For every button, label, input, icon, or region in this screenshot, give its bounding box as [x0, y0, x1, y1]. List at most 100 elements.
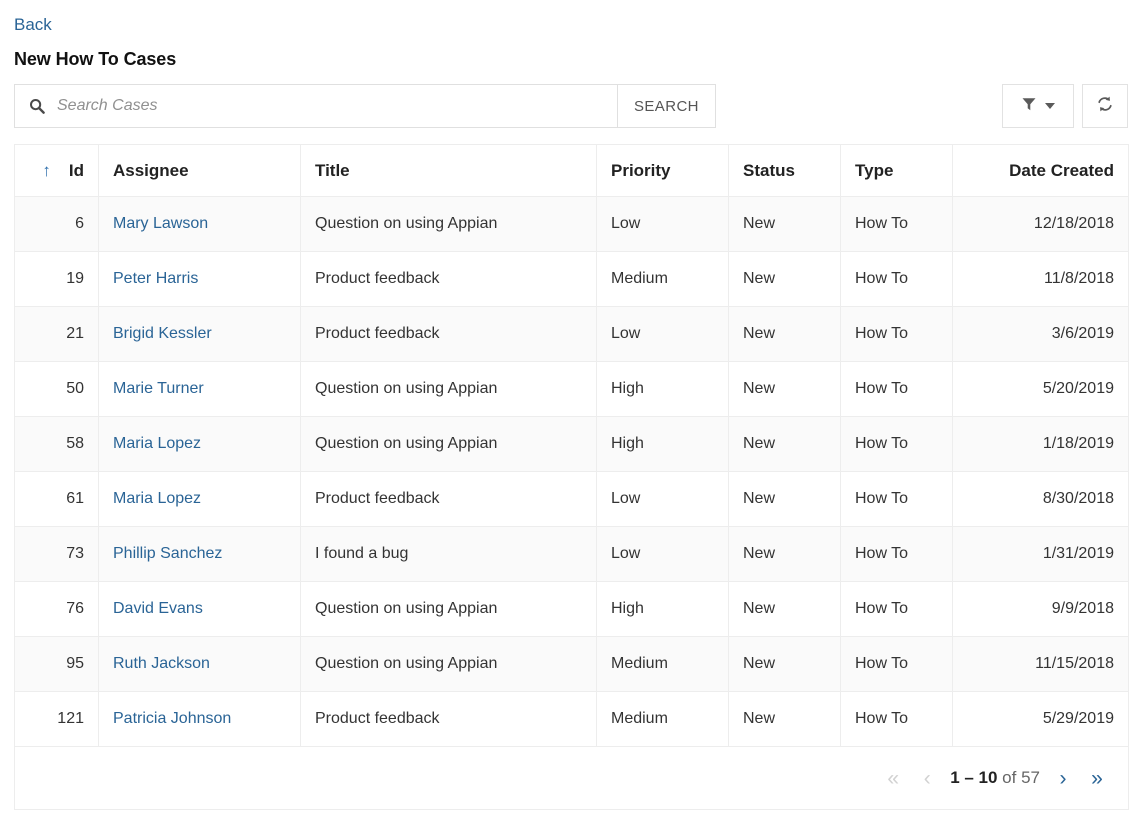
- cell-priority: High: [596, 581, 729, 637]
- assignee-link[interactable]: Peter Harris: [113, 270, 198, 287]
- pagination-label: 1 – 10 of 57: [950, 768, 1040, 788]
- assignee-link[interactable]: Patricia Johnson: [113, 710, 231, 727]
- table-header: ↑ Id Assignee Title Priority Status Type…: [14, 144, 1129, 197]
- pagination-row: « ‹ 1 – 10 of 57 › »: [14, 746, 1129, 810]
- search-button[interactable]: SEARCH: [618, 84, 716, 128]
- cell-status: New: [728, 251, 841, 307]
- toolbar-actions: [1002, 84, 1128, 128]
- sort-ascending-icon: ↑: [42, 161, 51, 180]
- assignee-link[interactable]: Brigid Kessler: [113, 325, 212, 342]
- assignee-link[interactable]: Marie Turner: [113, 380, 204, 397]
- cell-title: Product feedback: [300, 691, 597, 747]
- cell-id: 58: [14, 416, 99, 472]
- cell-status: New: [728, 196, 841, 252]
- cell-type: How To: [840, 471, 953, 527]
- filter-button[interactable]: [1002, 84, 1074, 128]
- table-row: 6 Mary Lawson Question on using Appian Low N…: [14, 196, 1129, 252]
- column-header-id-label: Id: [68, 160, 84, 180]
- cell-assignee: Phillip Sanchez: [98, 526, 301, 582]
- cell-assignee: Ruth Jackson: [98, 636, 301, 692]
- cell-id: 50: [14, 361, 99, 417]
- cell-priority: High: [596, 416, 729, 472]
- column-header-id[interactable]: ↑ Id: [14, 144, 99, 197]
- cases-table: ↑ Id Assignee Title Priority Status Type…: [14, 144, 1129, 810]
- cell-id: 121: [14, 691, 99, 747]
- pagination-first-button[interactable]: «: [876, 761, 910, 795]
- search-input[interactable]: [57, 97, 607, 115]
- refresh-button[interactable]: [1082, 84, 1128, 128]
- column-header-date-created[interactable]: Date Created: [952, 144, 1129, 197]
- cell-title: Product feedback: [300, 471, 597, 527]
- cell-assignee: Maria Lopez: [98, 416, 301, 472]
- cell-status: New: [728, 526, 841, 582]
- cell-id: 76: [14, 581, 99, 637]
- pagination-last-button[interactable]: »: [1080, 761, 1114, 795]
- cell-priority: High: [596, 361, 729, 417]
- cell-status: New: [728, 691, 841, 747]
- chevron-down-icon: [1045, 103, 1055, 109]
- cell-title: Product feedback: [300, 306, 597, 362]
- assignee-link[interactable]: Phillip Sanchez: [113, 545, 222, 562]
- cell-date-created: 11/8/2018: [952, 251, 1129, 307]
- cell-assignee: Patricia Johnson: [98, 691, 301, 747]
- assignee-link[interactable]: Mary Lawson: [113, 215, 208, 232]
- assignee-link[interactable]: David Evans: [113, 600, 203, 617]
- cell-type: How To: [840, 306, 953, 362]
- cell-date-created: 3/6/2019: [952, 306, 1129, 362]
- cell-id: 95: [14, 636, 99, 692]
- table-row: 121 Patricia Johnson Product feedback Mediu…: [14, 691, 1129, 747]
- cell-priority: Medium: [596, 636, 729, 692]
- column-header-title[interactable]: Title: [300, 144, 597, 197]
- cell-id: 6: [14, 196, 99, 252]
- column-header-type[interactable]: Type: [840, 144, 953, 197]
- cell-assignee: Mary Lawson: [98, 196, 301, 252]
- back-link[interactable]: Back: [14, 14, 52, 36]
- cell-type: How To: [840, 581, 953, 637]
- table-row: 21 Brigid Kessler Product feedback Low New Ho…: [14, 306, 1129, 362]
- search-box[interactable]: [14, 84, 618, 128]
- table-row: 76 David Evans Question on using Appian Hig…: [14, 581, 1129, 637]
- cell-date-created: 1/18/2019: [952, 416, 1129, 472]
- table-row: 61 Maria Lopez Product feedback Low New How T…: [14, 471, 1129, 527]
- cell-title: Question on using Appian: [300, 196, 597, 252]
- cell-id: 73: [14, 526, 99, 582]
- cell-title: I found a bug: [300, 526, 597, 582]
- cell-date-created: 5/29/2019: [952, 691, 1129, 747]
- search-icon: [29, 98, 45, 114]
- cell-id: 61: [14, 471, 99, 527]
- refresh-icon: [1096, 95, 1114, 118]
- page-title: New How To Cases: [14, 49, 177, 69]
- cell-date-created: 9/9/2018: [952, 581, 1129, 637]
- cell-type: How To: [840, 251, 953, 307]
- assignee-link[interactable]: Ruth Jackson: [113, 655, 210, 672]
- cell-priority: Low: [596, 526, 729, 582]
- cell-priority: Low: [596, 306, 729, 362]
- assignee-link[interactable]: Maria Lopez: [113, 490, 201, 507]
- pagination-prev-button[interactable]: ‹: [910, 761, 944, 795]
- table-row: 58 Maria Lopez Question on using Appian Hig…: [14, 416, 1129, 472]
- pagination-next-button[interactable]: ›: [1046, 761, 1080, 795]
- cell-title: Question on using Appian: [300, 581, 597, 637]
- cell-priority: Medium: [596, 691, 729, 747]
- cell-type: How To: [840, 196, 953, 252]
- cell-type: How To: [840, 526, 953, 582]
- assignee-link[interactable]: Maria Lopez: [113, 435, 201, 452]
- cell-title: Question on using Appian: [300, 636, 597, 692]
- table-body: 6 Mary Lawson Question on using Appian Low N…: [14, 196, 1129, 747]
- pagination-range: 1 – 10: [950, 768, 998, 787]
- cell-status: New: [728, 471, 841, 527]
- pagination-cell: « ‹ 1 – 10 of 57 › »: [14, 746, 1129, 810]
- table-row: 73 Phillip Sanchez I found a bug Low New How …: [14, 526, 1129, 582]
- table-row: 19 Peter Harris Product feedback Medium New H…: [14, 251, 1129, 307]
- cell-assignee: David Evans: [98, 581, 301, 637]
- column-header-status[interactable]: Status: [728, 144, 841, 197]
- cell-id: 19: [14, 251, 99, 307]
- column-header-assignee[interactable]: Assignee: [98, 144, 301, 197]
- cell-type: How To: [840, 691, 953, 747]
- cell-status: New: [728, 581, 841, 637]
- table-footer: « ‹ 1 – 10 of 57 › »: [14, 746, 1129, 810]
- column-header-priority[interactable]: Priority: [596, 144, 729, 197]
- cell-date-created: 11/15/2018: [952, 636, 1129, 692]
- table-row: 95 Ruth Jackson Question on using Appian Me…: [14, 636, 1129, 692]
- cell-status: New: [728, 416, 841, 472]
